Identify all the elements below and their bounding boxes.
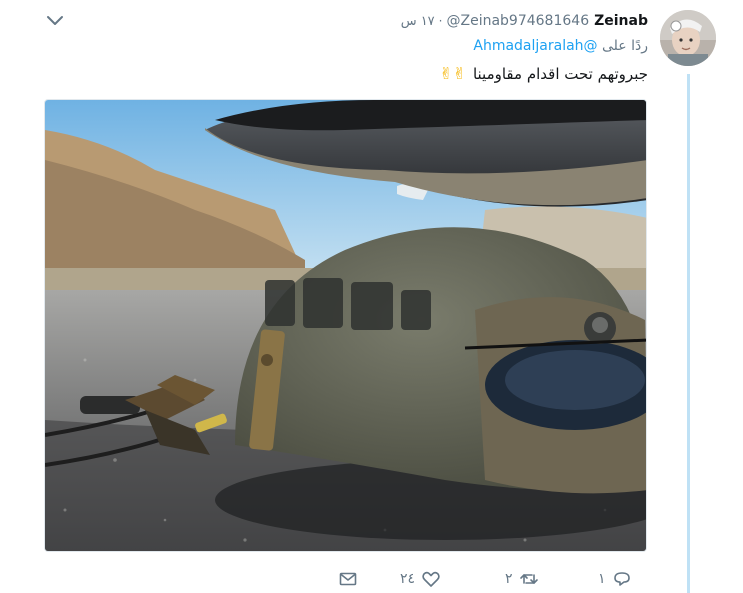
reply-mention-link[interactable]: @Ahmadaljaralah bbox=[473, 38, 597, 54]
like-count: ٢٤ bbox=[400, 571, 416, 587]
tweet-photo[interactable] bbox=[44, 99, 647, 552]
retweet-icon bbox=[519, 569, 539, 589]
avatar[interactable] bbox=[660, 10, 716, 66]
like-button[interactable]: ٢٤ bbox=[400, 568, 441, 590]
tweet-text-body: جبروتهم تحت اقدام مقاومينا bbox=[472, 65, 648, 83]
tweet-header: ١٧ س · @Zeinab974681646 Zeinab bbox=[401, 10, 648, 32]
tweet-text: جبروتهم تحت اقدام مقاومينا ✌✌ bbox=[437, 64, 648, 83]
retweet-button[interactable]: ٢ bbox=[505, 568, 539, 590]
author-handle[interactable]: @Zeinab974681646 bbox=[447, 13, 590, 29]
reply-prefix: ردًا على bbox=[602, 38, 648, 54]
direct-message-button[interactable] bbox=[338, 568, 358, 590]
header-separator: · bbox=[438, 14, 443, 28]
tweet-timestamp[interactable]: ١٧ س bbox=[401, 14, 435, 29]
victory-hand-emoji: ✌✌ bbox=[439, 64, 467, 83]
reply-count: ١ bbox=[598, 571, 606, 587]
envelope-icon bbox=[338, 569, 358, 589]
chevron-down-icon[interactable] bbox=[44, 12, 66, 30]
reply-icon bbox=[612, 569, 632, 589]
reply-button[interactable]: ١ bbox=[598, 568, 632, 590]
thread-connector bbox=[687, 74, 690, 593]
tweet-container: ١٧ س · @Zeinab974681646 Zeinab ردًا على … bbox=[0, 0, 743, 593]
reply-context: ردًا على @Ahmadaljaralah bbox=[473, 38, 648, 54]
author-name[interactable]: Zeinab bbox=[594, 13, 648, 29]
retweet-count: ٢ bbox=[505, 571, 513, 587]
heart-icon bbox=[421, 569, 441, 589]
